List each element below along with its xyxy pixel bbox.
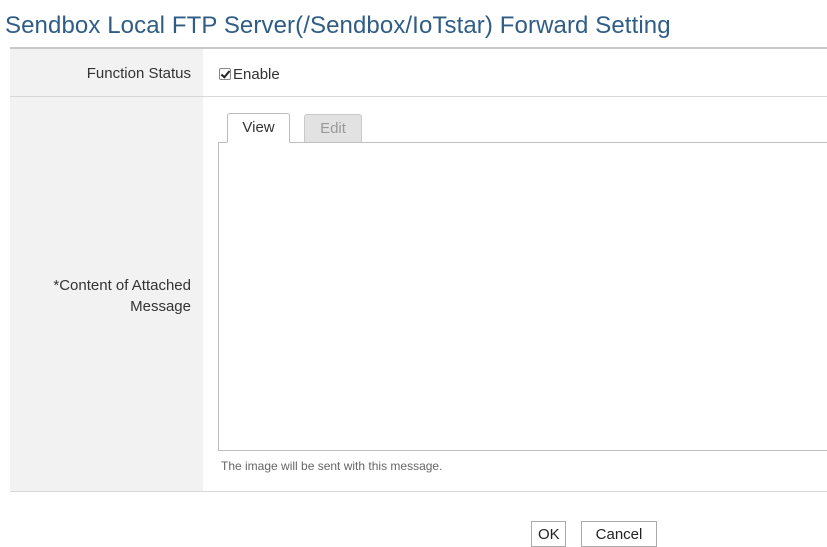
message-content-editor[interactable]	[218, 142, 827, 451]
function-status-label-cell: Function Status	[10, 49, 203, 96]
cancel-button[interactable]: Cancel	[581, 521, 657, 547]
content-label-line1: *Content of Attached	[53, 277, 191, 294]
content-label-cell: *Content of Attached Message	[10, 97, 203, 492]
tab-edit[interactable]: Edit	[304, 114, 362, 142]
enable-checkbox-label: Enable	[233, 65, 280, 83]
content-label: *Content of Attached Message	[53, 275, 191, 317]
message-hint: The image will be sent with this message…	[221, 459, 443, 473]
row-divider	[10, 491, 827, 492]
ok-button[interactable]: OK	[531, 521, 566, 547]
tab-view[interactable]: View	[227, 113, 290, 143]
page-title: Sendbox Local FTP Server(/Sendbox/IoTsta…	[5, 12, 671, 39]
enable-checkbox[interactable]	[219, 68, 231, 80]
content-label-line2: Message	[130, 298, 191, 315]
function-status-label: Function Status	[86, 65, 191, 82]
enable-checkbox-field[interactable]: Enable	[219, 65, 280, 83]
